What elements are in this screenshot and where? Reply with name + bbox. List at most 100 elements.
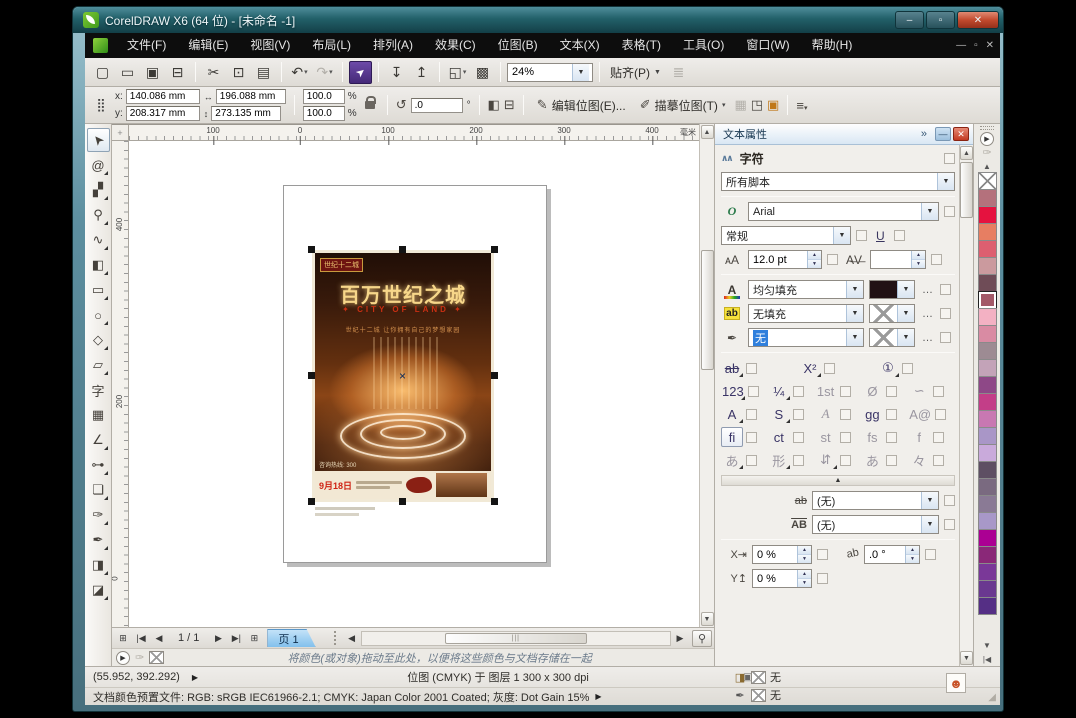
docker-close-button[interactable]: ✕ (953, 127, 969, 141)
size-up-icon[interactable]: ▲ (808, 251, 821, 260)
effect-slashed-zero[interactable]: Ø (861, 381, 883, 401)
kerning-checkbox[interactable] (931, 254, 942, 265)
wrap-text-icon[interactable]: ≡▾ (796, 98, 807, 113)
effect-ordinal-checkbox[interactable] (839, 385, 851, 397)
font-size-spinner[interactable]: ▲▼ (748, 250, 822, 269)
dimension-tool[interactable]: ∠ (87, 428, 110, 452)
effect-kana-forms[interactable]: 々 (908, 450, 930, 470)
effect-stylistic-alternates-checkbox[interactable] (792, 408, 804, 420)
menu-view[interactable]: 视图(V) (239, 33, 301, 58)
color-swatch[interactable] (977, 529, 997, 547)
bitmap-frame-icon[interactable]: ▣ (767, 97, 779, 113)
object-height-input[interactable] (211, 106, 282, 121)
new-button[interactable]: ▢ (91, 61, 114, 84)
effect-strikethrough-checkbox[interactable] (746, 362, 757, 374)
effect-proportional-width[interactable]: あ (861, 450, 883, 470)
zoom-tool[interactable]: ⚲ (87, 203, 110, 227)
font-dropdown-arrow-icon[interactable]: ▼ (921, 203, 938, 220)
effect-vertical-alternates-checkbox[interactable] (839, 454, 851, 466)
undo-button[interactable]: ↶ ▾ (288, 61, 311, 84)
menu-table[interactable]: 表格(T) (611, 33, 672, 58)
table-tool[interactable]: ▦ (87, 403, 110, 427)
docker-scroll-thumb[interactable] (960, 162, 973, 218)
color-swatch[interactable] (977, 461, 997, 479)
fill-color-swatch[interactable]: ▼ (869, 280, 915, 299)
section-splitter[interactable]: ▲ (721, 475, 955, 486)
color-swatch[interactable] (977, 240, 997, 258)
scale-v-input[interactable] (302, 106, 345, 121)
paste-button[interactable]: ▤ (252, 61, 275, 84)
effect-traditional-forms[interactable]: 形 (768, 450, 790, 470)
rectangle-tool[interactable]: ▭ (87, 278, 110, 302)
last-page-button[interactable]: ▶| (227, 630, 245, 647)
page-tab[interactable]: 页 1 (267, 629, 315, 647)
color-swatch[interactable] (977, 189, 997, 207)
underline-checkbox[interactable] (893, 230, 905, 241)
color-eyedropper-tool[interactable]: ✑ (87, 503, 110, 527)
no-color-swatch[interactable] (977, 172, 997, 190)
effect-superscript-checkbox[interactable] (824, 362, 835, 374)
doc-restore-button[interactable]: ▫ (974, 40, 978, 51)
freehand-tool[interactable]: ∿ (87, 228, 110, 252)
selection-handle[interactable] (491, 372, 498, 379)
outline-pen-tool[interactable]: ✒ (87, 528, 110, 552)
basic-shapes-tool[interactable]: ▱ (87, 353, 110, 377)
palette-eyedropper-icon[interactable]: ✑ (982, 146, 991, 159)
selection-handle[interactable] (399, 246, 406, 253)
menu-text[interactable]: 文本(X) (549, 33, 611, 58)
vertical-scrollbar[interactable]: ▲ ▼ (699, 124, 714, 627)
outline-checkbox[interactable] (940, 332, 951, 343)
object-width-input[interactable] (215, 89, 286, 104)
selection-handle[interactable] (491, 246, 498, 253)
selection-handle[interactable] (491, 498, 498, 505)
font-checkbox[interactable] (944, 206, 955, 217)
close-button[interactable]: ✕ (957, 11, 999, 29)
effect-traditional-forms-checkbox[interactable] (792, 454, 804, 466)
effect-stylistic-alternates[interactable]: S (768, 404, 790, 424)
menu-effects[interactable]: 效果(C) (424, 33, 487, 58)
snap-dropdown-arrow-icon[interactable]: ▼ (654, 69, 661, 76)
menu-window[interactable]: 窗口(W) (735, 33, 800, 58)
palette-menu-icon[interactable]: ▶ (980, 132, 994, 146)
effect-swash-checkbox[interactable] (933, 385, 945, 397)
vertical-ruler[interactable]: 400 200 0 (112, 141, 129, 627)
rotation-angle-input[interactable] (410, 97, 463, 113)
effect-swash-italic[interactable]: A (815, 404, 837, 424)
style-checkbox[interactable] (856, 230, 867, 241)
bitmap-mode-icon[interactable]: ◳ (751, 97, 763, 113)
color-swatch[interactable] (977, 308, 997, 326)
underline-button[interactable]: U (872, 229, 889, 243)
effect-proportional-width-checkbox[interactable] (886, 454, 898, 466)
docker-scroll-up-icon[interactable]: ▲ (960, 146, 973, 160)
color-swatch[interactable] (977, 257, 997, 275)
resize-grip-icon[interactable]: ◢ (988, 692, 996, 703)
profile-flyout-icon[interactable]: ▶ (595, 692, 601, 701)
outline-color-swatch[interactable]: ▼ (869, 328, 915, 347)
title-bar[interactable]: CorelDRAW X6 (64 位) - [未命名 -1] – ▫ ✕ (73, 7, 1003, 33)
color-swatch[interactable] (977, 325, 997, 343)
horizontal-scroll-thumb[interactable]: ||| (444, 632, 587, 644)
effect-historical-ligatures-checkbox[interactable] (839, 431, 851, 443)
selection-handle[interactable] (308, 246, 315, 253)
menu-file[interactable]: 文件(F) (116, 33, 177, 58)
fill-options-button[interactable]: … (920, 284, 935, 296)
fill-tool[interactable]: ◨ (87, 553, 110, 577)
drawing-canvas[interactable]: 100 0 100 200 300 400 毫米 400 200 0 + 世纪十二城 百万世纪… (112, 124, 699, 627)
effect-numeral-style[interactable]: 123 (721, 381, 745, 401)
copy-button[interactable]: ⊡ (227, 61, 250, 84)
strikethrough-checkbox[interactable] (944, 495, 955, 506)
options-icon[interactable]: ≣ (667, 61, 690, 84)
crop-tool[interactable]: ▞ (87, 178, 110, 202)
effect-strikethrough[interactable]: ab (721, 358, 743, 378)
interactive-fill-tool[interactable]: ◪ (87, 578, 110, 602)
effect-enclosed-checkbox[interactable] (902, 362, 913, 374)
strikethrough-position-select[interactable]: (无) ▼ (812, 491, 939, 510)
scroll-up-icon[interactable]: ▲ (700, 125, 714, 139)
menu-edit[interactable]: 编辑(E) (177, 33, 239, 58)
color-swatch[interactable] (977, 580, 997, 598)
selection-handle[interactable] (308, 498, 315, 505)
lock-ratio-icon[interactable] (364, 96, 376, 109)
palette-scroll-up-icon[interactable]: ▲ (979, 159, 995, 173)
color-swatch[interactable] (977, 206, 997, 224)
size-down-icon[interactable]: ▼ (808, 260, 821, 268)
